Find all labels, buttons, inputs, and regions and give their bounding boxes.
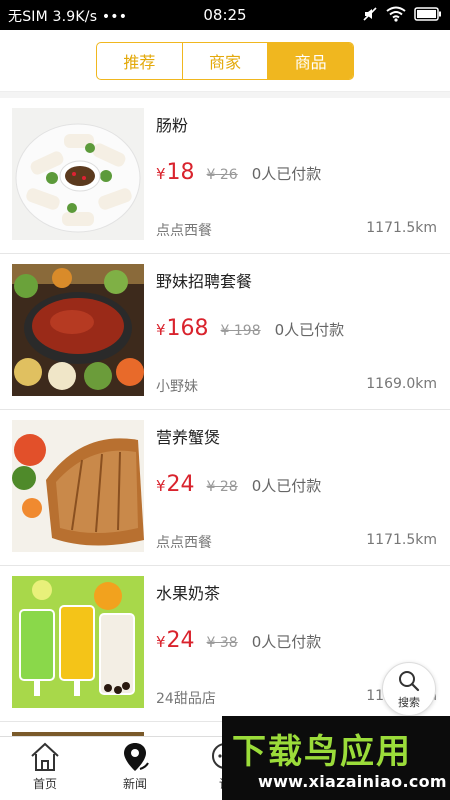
watermark-title: 下载鸟应用 [232, 732, 412, 772]
currency: ¥ [156, 633, 166, 651]
currency: ¥ [156, 165, 166, 183]
price: ¥168 [156, 316, 209, 341]
product-item[interactable]: 野妹招聘套餐 ¥168 ¥ 198 0人已付款 小野妹 1169.0km [0, 254, 450, 410]
mute-icon [363, 7, 377, 21]
wifi-icon [386, 6, 406, 22]
product-name: 水果奶茶 [156, 584, 221, 603]
shop-name: 点点西餐 [156, 535, 212, 551]
shop-name: 点点西餐 [156, 223, 212, 239]
search-label: 搜索 [398, 695, 420, 709]
product-item[interactable]: 肠粉 ¥18 ¥ 26 0人已付款 点点西餐 1171.5km [0, 98, 450, 254]
price-value: 18 [166, 160, 195, 185]
location-pin-icon [124, 743, 149, 771]
original-price: ¥ 26 [206, 167, 238, 183]
product-item[interactable]: 水果奶茶 ¥24 ¥ 38 0人已付款 24甜品店 1171.5km [0, 566, 450, 722]
price-row: ¥168 ¥ 198 0人已付款 [156, 316, 344, 341]
distance: 1171.5km [366, 220, 437, 236]
paid-count: 0人已付款 [274, 321, 345, 339]
shop-name: 小野妹 [156, 379, 198, 395]
segmented-tabs: 推荐 商家 商品 [96, 42, 354, 80]
original-price: ¥ 198 [220, 323, 261, 339]
paid-count: 0人已付款 [251, 477, 322, 495]
price-row: ¥24 ¥ 38 0人已付款 [156, 628, 321, 653]
watermark-banner: 下载鸟应用 www.xiazainiao.com [222, 716, 450, 800]
paid-count: 0人已付款 [251, 165, 322, 183]
product-image [12, 576, 144, 708]
original-price: ¥ 38 [206, 635, 238, 651]
tab-merchants[interactable]: 商家 [181, 43, 268, 79]
tab-products[interactable]: 商品 [267, 43, 353, 79]
status-icons [362, 6, 442, 22]
paid-count: 0人已付款 [251, 633, 322, 651]
product-item[interactable]: 营养蟹煲 ¥24 ¥ 28 0人已付款 点点西餐 1171.5km [0, 410, 450, 566]
status-bar: 无SIM 3.9K/s ••• 08:25 [0, 0, 450, 30]
tab-recommend[interactable]: 推荐 [97, 43, 182, 79]
price-value: 24 [166, 472, 195, 497]
price-value: 168 [166, 316, 209, 341]
shop-name: 24甜品店 [156, 691, 216, 707]
product-image [12, 264, 144, 396]
price: ¥24 [156, 628, 195, 653]
product-name: 野妹招聘套餐 [156, 272, 253, 291]
watermark-url: www.xiazainiao.com [258, 772, 447, 791]
product-image [12, 420, 144, 552]
nav-home[interactable]: 首页 [0, 741, 90, 799]
tab-bar-container: 推荐 商家 商品 [0, 30, 450, 92]
currency: ¥ [156, 477, 166, 495]
price-row: ¥24 ¥ 28 0人已付款 [156, 472, 321, 497]
original-price: ¥ 28 [206, 479, 238, 495]
nav-news[interactable]: 新闻 [90, 741, 180, 799]
home-icon [31, 742, 59, 771]
distance: 1169.0km [366, 376, 437, 392]
product-name: 肠粉 [156, 116, 189, 135]
distance: 1171.5km [366, 532, 437, 548]
battery-icon [414, 7, 441, 21]
currency: ¥ [156, 321, 166, 339]
price: ¥18 [156, 160, 195, 185]
price: ¥24 [156, 472, 195, 497]
nav-label: 首页 [32, 777, 57, 791]
nav-label: 新闻 [122, 777, 147, 791]
search-button[interactable]: 搜索 [382, 662, 436, 716]
product-name: 营养蟹煲 [156, 428, 221, 447]
product-image [12, 108, 144, 240]
price-value: 24 [166, 628, 195, 653]
price-row: ¥18 ¥ 26 0人已付款 [156, 160, 321, 185]
search-icon [399, 670, 420, 691]
